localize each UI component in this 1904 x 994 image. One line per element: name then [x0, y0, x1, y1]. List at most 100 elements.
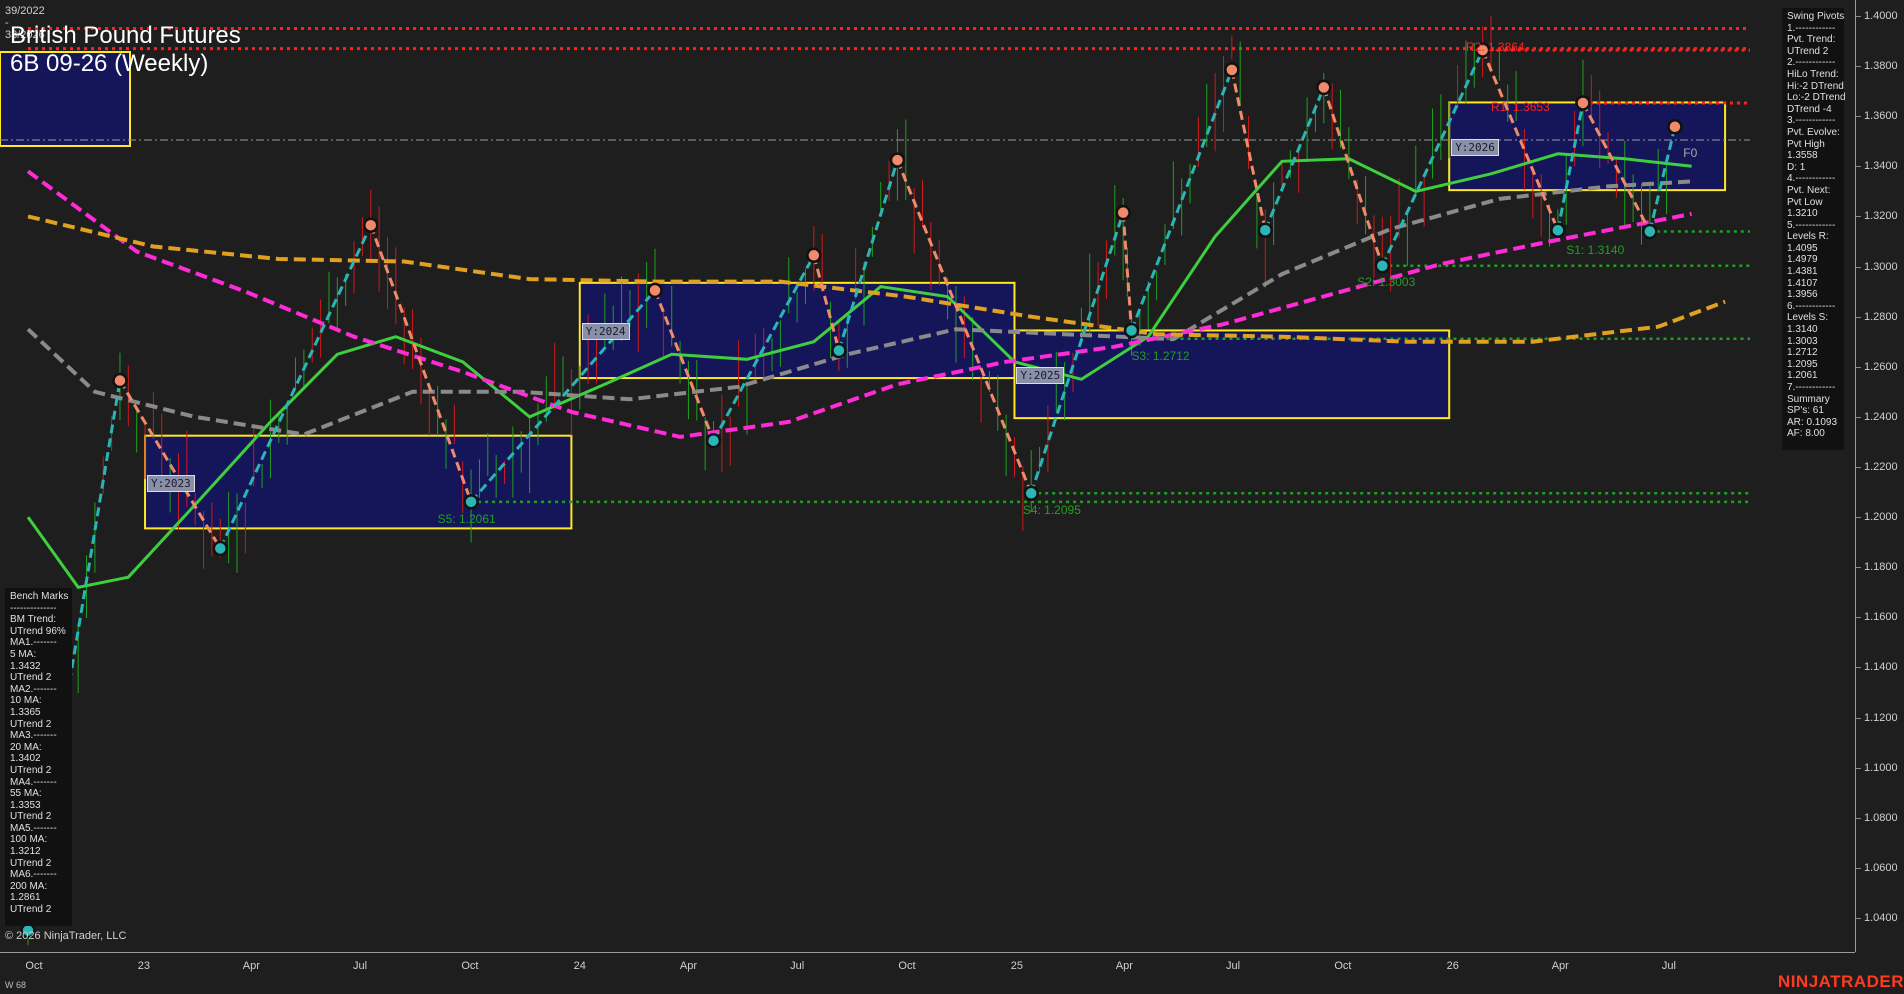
x-tick-label: 25 [1010, 960, 1023, 972]
level-label-r1: R1: 1.3653 [1491, 99, 1550, 114]
panel-line: DTrend -4 [1787, 103, 1832, 115]
panel-line: D: 1 [1787, 161, 1806, 173]
panel-line: 1.3003 [1787, 335, 1818, 347]
panel-line: Pvt. Trend: [1787, 34, 1836, 46]
panel-line: Pvt Low [1787, 196, 1823, 208]
y-axis-line [1855, 0, 1856, 952]
panel-line: Levels S: [1787, 312, 1829, 324]
panel-line: 20 MA: [10, 741, 42, 753]
swing-pivot-high [112, 372, 128, 389]
panel-line: 1.3210 [1787, 208, 1818, 220]
panel-line: 1.3402 [10, 753, 41, 765]
panel-line: MA5.------- [10, 822, 57, 834]
swing-pivot-high [363, 217, 379, 233]
chart-subtitle: 6B 09-26 (Weekly) [10, 50, 209, 77]
panel-line: 1.3558 [1787, 150, 1818, 162]
y-tick-label: 1.2800 [1856, 310, 1898, 323]
panel-line: 1.2095 [1787, 358, 1818, 370]
x-tick-label: Oct [25, 960, 43, 972]
panel-line: SP's: 61 [1787, 405, 1824, 417]
swing-pivot-low [1374, 258, 1391, 274]
panel-line: 1.4095 [1787, 242, 1818, 254]
panel-line: MA3.------- [10, 730, 57, 742]
swing-pivot-high [889, 152, 906, 168]
panel-line: 1.------------ [1787, 22, 1836, 34]
x-tick-label: Jul [790, 960, 805, 972]
year-range-label: Y:2023 [147, 474, 195, 492]
panel-line: 55 MA: [10, 788, 42, 800]
swing-pivot-high [1575, 95, 1591, 111]
panel-line: Pvt. Evolve: [1787, 126, 1840, 138]
panel-line: 1.4381 [1787, 266, 1818, 278]
panel-line: 100 MA: [10, 834, 48, 846]
x-tick-label: Jul [352, 960, 368, 972]
x-tick-label: Jul [1226, 960, 1241, 972]
year-range-label: Y:2025 [1016, 367, 1065, 385]
panel-line: Summary [1787, 393, 1830, 405]
x-tick-label: 26 [1446, 960, 1459, 972]
panel-line: 10 MA: [10, 695, 42, 707]
panel-line: UTrend 2 [10, 857, 52, 869]
panel-line: -------------- [10, 602, 57, 614]
panel-line: UTrend 2 [10, 718, 52, 730]
panel-line: UTrend 2 [1787, 45, 1829, 57]
y-tick-label: 1.1000 [1856, 761, 1898, 774]
y-tick-label: 1.4000 [1856, 10, 1898, 22]
x-tick-label: Apr [1115, 960, 1133, 972]
x-tick-label: Oct [1334, 960, 1352, 972]
panel-line: AF: 8.00 [1787, 428, 1825, 440]
swing-pivot-low [705, 432, 722, 449]
panel-line: Swing Pivots [1787, 11, 1845, 22]
ninjatrader-logo: NINJATRADER [1777, 972, 1904, 991]
panel-line: 1.2712 [1787, 347, 1818, 359]
x-tick-label: Jul [1661, 960, 1676, 972]
level-label-r2: R2: 1.3864 [1465, 39, 1525, 54]
x-tick-label: Apr [679, 960, 697, 972]
y-tick-label: 1.3800 [1856, 60, 1898, 73]
panel-line: 1.3353 [10, 799, 41, 811]
panel-line: 1.2861 [10, 892, 41, 904]
panel-line: 1.3140 [1787, 324, 1818, 336]
y-tick-label: 1.0800 [1856, 811, 1898, 824]
panel-line: MA2.------- [10, 683, 57, 695]
panel-line: MA6.------- [10, 869, 57, 881]
panel-line: 4.------------ [1787, 173, 1836, 185]
y-tick-label: 1.0600 [1856, 861, 1898, 874]
x-tick-label: 23 [137, 960, 150, 972]
panel-line: Bench Marks [10, 591, 69, 602]
y-tick-label: 1.3400 [1856, 160, 1898, 173]
bench-marks-panel: Bench Marks -------------- BM Trend: UTrend… [5, 588, 72, 926]
chart-title: British Pound Futures [10, 22, 241, 49]
panel-line: 1.4979 [1787, 254, 1818, 266]
year-range-label: Y:2026 [1451, 139, 1499, 157]
swing-leg [1121, 212, 1134, 331]
panel-line: 3.------------ [1787, 115, 1836, 127]
y-tick-label: 1.0400 [1856, 912, 1898, 924]
level-label-s5: S5: 1.2061 [437, 512, 496, 527]
panel-line: 1.2061 [1787, 370, 1818, 382]
swing-pivot-high [1224, 62, 1240, 78]
panel-line: Pvt. Next: [1787, 184, 1831, 196]
level-label-s1: S1: 1.3140 [1566, 242, 1625, 257]
y-tick-label: 1.1200 [1856, 711, 1898, 724]
price-chart[interactable] [0, 0, 1904, 994]
period-label: W 68 [5, 980, 27, 990]
yearly-range-box [144, 434, 573, 530]
x-tick-label: Apr [1551, 960, 1569, 972]
swing-pivot-high [647, 282, 663, 299]
panel-line: Hi:-2 DTrend [1787, 80, 1844, 92]
y-tick-label: 1.2000 [1856, 511, 1898, 524]
panel-line: 5.------------ [1787, 219, 1836, 231]
y-tick-label: 1.1400 [1856, 661, 1898, 674]
panel-line: BM Trend: [10, 614, 57, 626]
swing-pivot-low [212, 540, 229, 557]
panel-line: 1.4107 [1787, 277, 1818, 289]
level-label-s3: S3: 1.2712 [1131, 348, 1190, 363]
swing-pivot-high [1316, 79, 1332, 96]
x-axis-line [0, 952, 1855, 953]
panel-line: 2.------------ [1787, 57, 1836, 69]
y-tick-label: 1.2600 [1856, 360, 1898, 373]
panel-line: MA4.------- [10, 776, 57, 788]
panel-line: 7.------------ [1787, 382, 1836, 393]
swing-pivot-low [1257, 222, 1274, 238]
